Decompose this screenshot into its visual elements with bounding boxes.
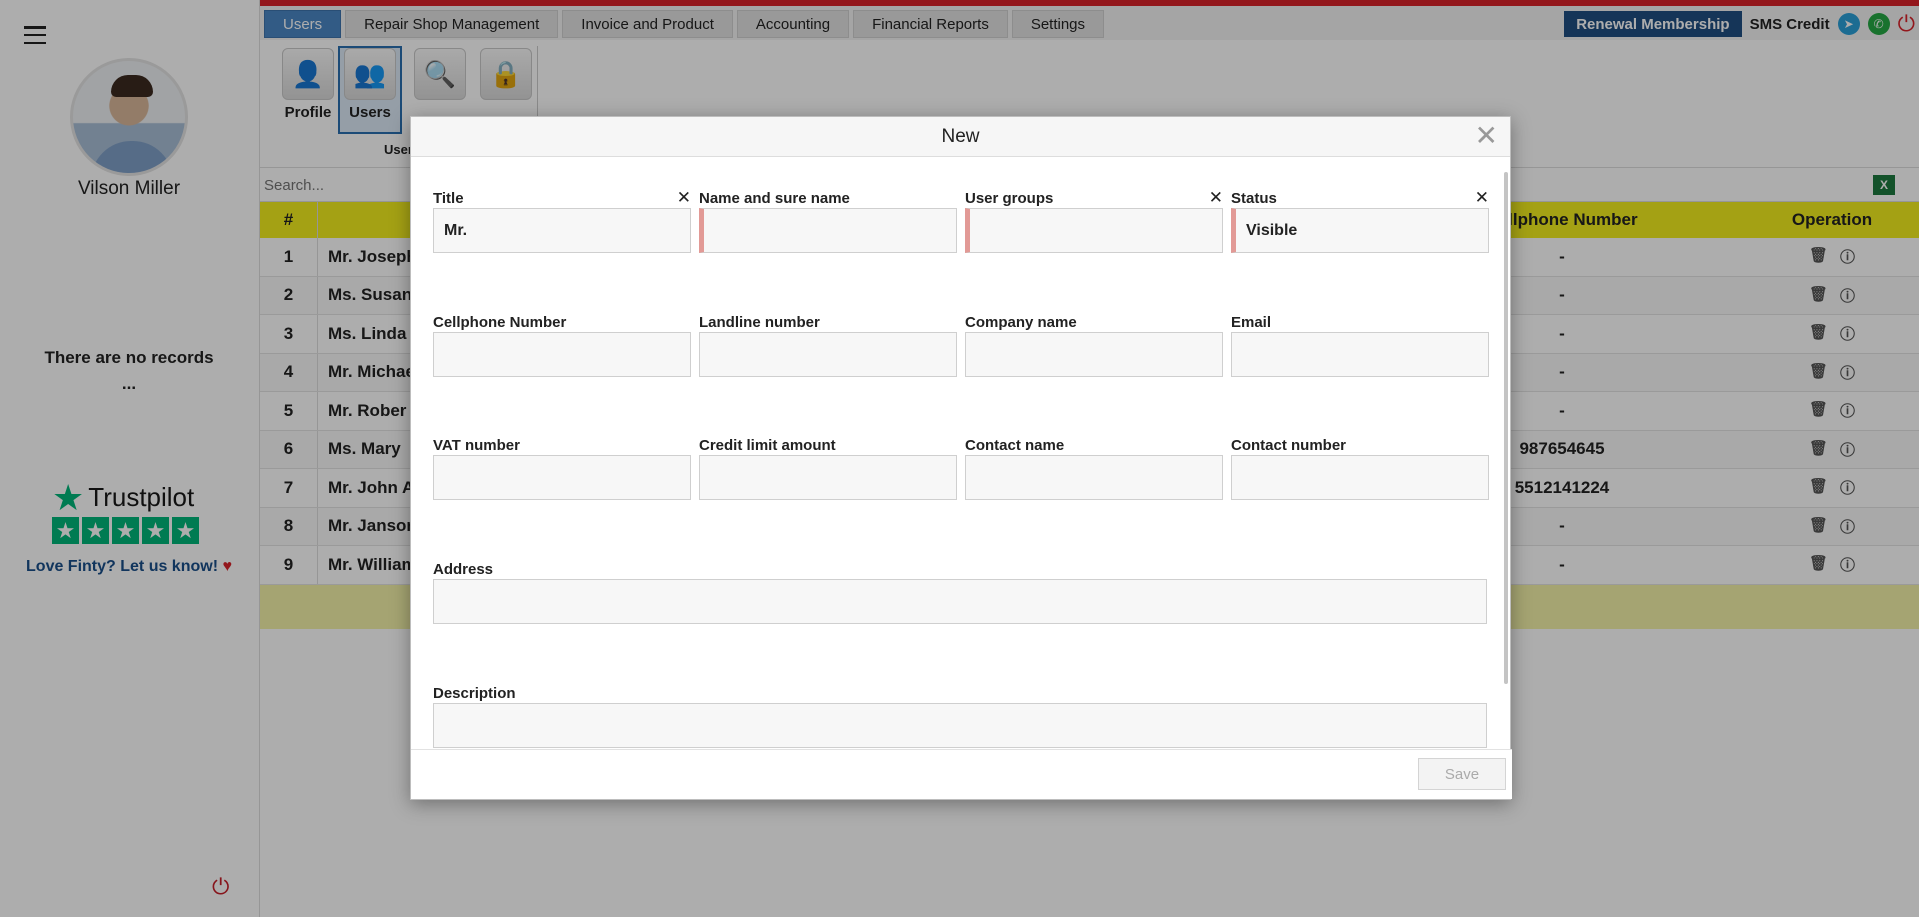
name-field: Name and sure name — [699, 188, 957, 253]
address-input[interactable] — [433, 579, 1487, 624]
contact-name-field: Contact name — [965, 435, 1223, 500]
contact-number-input[interactable] — [1231, 455, 1489, 500]
clear-status-icon[interactable]: ✕ — [1475, 188, 1489, 208]
contact-name-label: Contact name — [965, 436, 1065, 454]
close-icon[interactable]: ✕ — [1475, 119, 1498, 152]
company-label: Company name — [965, 313, 1077, 331]
cellphone-input[interactable] — [433, 332, 691, 377]
dialog-scrollbar[interactable] — [1504, 172, 1508, 684]
user-groups-select[interactable] — [965, 208, 1223, 253]
save-button[interactable]: Save — [1418, 758, 1506, 790]
new-user-dialog: New ✕ Title ✕ Name and sure name User gro… — [410, 116, 1512, 800]
address-label: Address — [433, 560, 494, 578]
dialog-body: Title ✕ Name and sure name User groups ✕ S… — [411, 158, 1512, 750]
status-select[interactable] — [1231, 208, 1489, 253]
description-input[interactable] — [433, 703, 1487, 748]
contact-number-field: Contact number — [1231, 435, 1489, 500]
credit-limit-field: Credit limit amount — [699, 435, 957, 500]
vat-input[interactable] — [433, 455, 691, 500]
vat-label: VAT number — [433, 436, 520, 454]
description-field: Description — [433, 683, 1487, 748]
name-label: Name and sure name — [699, 189, 850, 207]
address-field: Address — [433, 559, 1487, 624]
cellphone-field: Cellphone Number — [433, 312, 691, 377]
name-input[interactable] — [699, 208, 957, 253]
title-field: Title ✕ — [433, 188, 691, 253]
email-input[interactable] — [1231, 332, 1489, 377]
status-field: Status ✕ — [1231, 188, 1489, 253]
landline-label: Landline number — [699, 313, 820, 331]
vat-field: VAT number — [433, 435, 691, 500]
user-groups-label: User groups — [965, 189, 1054, 207]
clear-title-icon[interactable]: ✕ — [677, 188, 691, 208]
dialog-title: New — [411, 117, 1510, 157]
company-input[interactable] — [965, 332, 1223, 377]
contact-name-input[interactable] — [965, 455, 1223, 500]
status-label: Status — [1231, 189, 1277, 207]
company-field: Company name — [965, 312, 1223, 377]
email-field: Email — [1231, 312, 1489, 377]
cellphone-label: Cellphone Number — [433, 313, 567, 331]
contact-number-label: Contact number — [1231, 436, 1347, 454]
user-groups-field: User groups ✕ — [965, 188, 1223, 253]
landline-field: Landline number — [699, 312, 957, 377]
credit-limit-label: Credit limit amount — [699, 436, 836, 454]
email-label: Email — [1231, 313, 1272, 331]
dialog-footer: Save — [411, 749, 1512, 799]
credit-limit-input[interactable] — [699, 455, 957, 500]
title-label: Title — [433, 189, 464, 207]
title-input[interactable] — [433, 208, 691, 253]
landline-input[interactable] — [699, 332, 957, 377]
description-label: Description — [433, 684, 516, 702]
clear-user-groups-icon[interactable]: ✕ — [1209, 188, 1223, 208]
